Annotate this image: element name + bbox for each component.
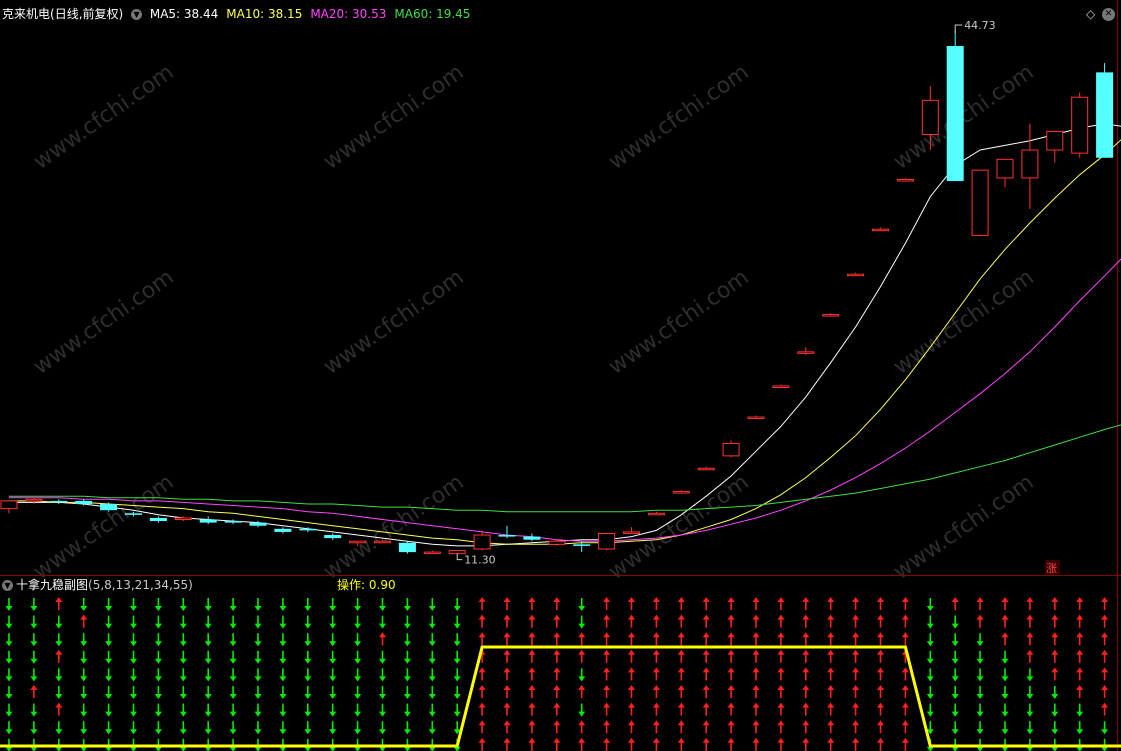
candle-body <box>647 512 665 516</box>
candle-body <box>448 550 466 555</box>
candle <box>398 541 416 554</box>
candle-body <box>672 491 690 494</box>
chart-mode: (日线,前复权) <box>50 7 124 21</box>
candle-body <box>274 528 292 532</box>
candle-body <box>946 45 964 182</box>
candle-body <box>349 540 367 544</box>
candle-body <box>149 517 167 522</box>
stock-chart: www.cfchi.com www.cfchi.com www.cfchi.com w… <box>0 0 1121 751</box>
main-header: 克来机电(日线,前复权) ▼ MA5: 38.44 MA10: 38.15 MA20… <box>2 7 478 21</box>
candle-body <box>598 532 616 550</box>
indicator-title: 十拿九稳副图 <box>16 578 89 592</box>
ma-readout-2: MA20: 30.53 <box>310 7 387 21</box>
candle <box>1096 63 1114 158</box>
candle-body <box>25 498 43 502</box>
candle-body <box>224 521 242 523</box>
close-icon[interactable]: ✕ <box>1102 8 1115 21</box>
candle-body <box>996 158 1014 179</box>
candle-body <box>697 467 715 471</box>
candle-body <box>423 551 441 555</box>
stock-title: 克来机电 <box>2 7 51 21</box>
candle-body <box>573 544 591 546</box>
candle <box>1071 92 1089 158</box>
candle-body <box>0 500 18 510</box>
candle-body <box>199 519 217 523</box>
candle-body <box>921 99 939 135</box>
candle-body <box>523 536 541 540</box>
candle-body <box>498 535 516 537</box>
high-label: 44.73 <box>964 19 996 32</box>
candle-body <box>398 542 416 553</box>
sub-header: ▼ 十拿九稳副图(5,8,13,21,34,55) <box>2 578 193 592</box>
candle-body <box>772 385 790 388</box>
candle-body <box>722 442 740 457</box>
candle-body <box>324 535 342 539</box>
diamond-icon[interactable]: ◇ <box>1086 7 1095 21</box>
op-value: 0.90 <box>368 578 396 592</box>
dropdown-icon[interactable]: ▼ <box>131 9 143 20</box>
low-label: 11.30 <box>464 554 496 567</box>
candle-body <box>125 513 142 515</box>
candle-body <box>50 500 68 503</box>
operation-readout: 操作: 0.90 <box>337 578 396 592</box>
candle-body <box>1046 130 1064 151</box>
candle-body <box>1021 149 1039 179</box>
op-label: 操作: <box>337 578 366 592</box>
candle <box>971 169 989 236</box>
ma-readout-1: MA10: 38.15 <box>226 7 303 21</box>
candle-body <box>374 540 391 544</box>
candle-body <box>548 540 566 545</box>
candle-body <box>1096 72 1114 158</box>
candle-body <box>971 169 989 236</box>
candle <box>598 532 616 551</box>
dropdown-icon[interactable]: ▼ <box>2 580 13 591</box>
candle-body <box>1071 96 1089 154</box>
candle-body <box>623 531 640 534</box>
ma-readout-0: MA5: 38.44 <box>149 7 219 21</box>
candle-body <box>797 351 815 354</box>
candle-body <box>822 314 840 317</box>
candle-body <box>100 503 118 511</box>
candle-body <box>174 517 192 521</box>
candle-body <box>75 500 93 504</box>
candle-body <box>747 416 765 420</box>
candle-body <box>473 534 491 550</box>
candle <box>946 30 964 182</box>
candle-body <box>896 179 914 182</box>
candle-body <box>299 528 317 531</box>
candle-body <box>249 522 267 526</box>
zhang-label: 涨 <box>1046 562 1057 575</box>
ma-readout-3: MA60: 19.45 <box>394 7 471 21</box>
candle-body <box>872 228 889 232</box>
candle-body <box>847 273 865 277</box>
indicator-params: (5,8,13,21,34,55) <box>88 578 193 592</box>
